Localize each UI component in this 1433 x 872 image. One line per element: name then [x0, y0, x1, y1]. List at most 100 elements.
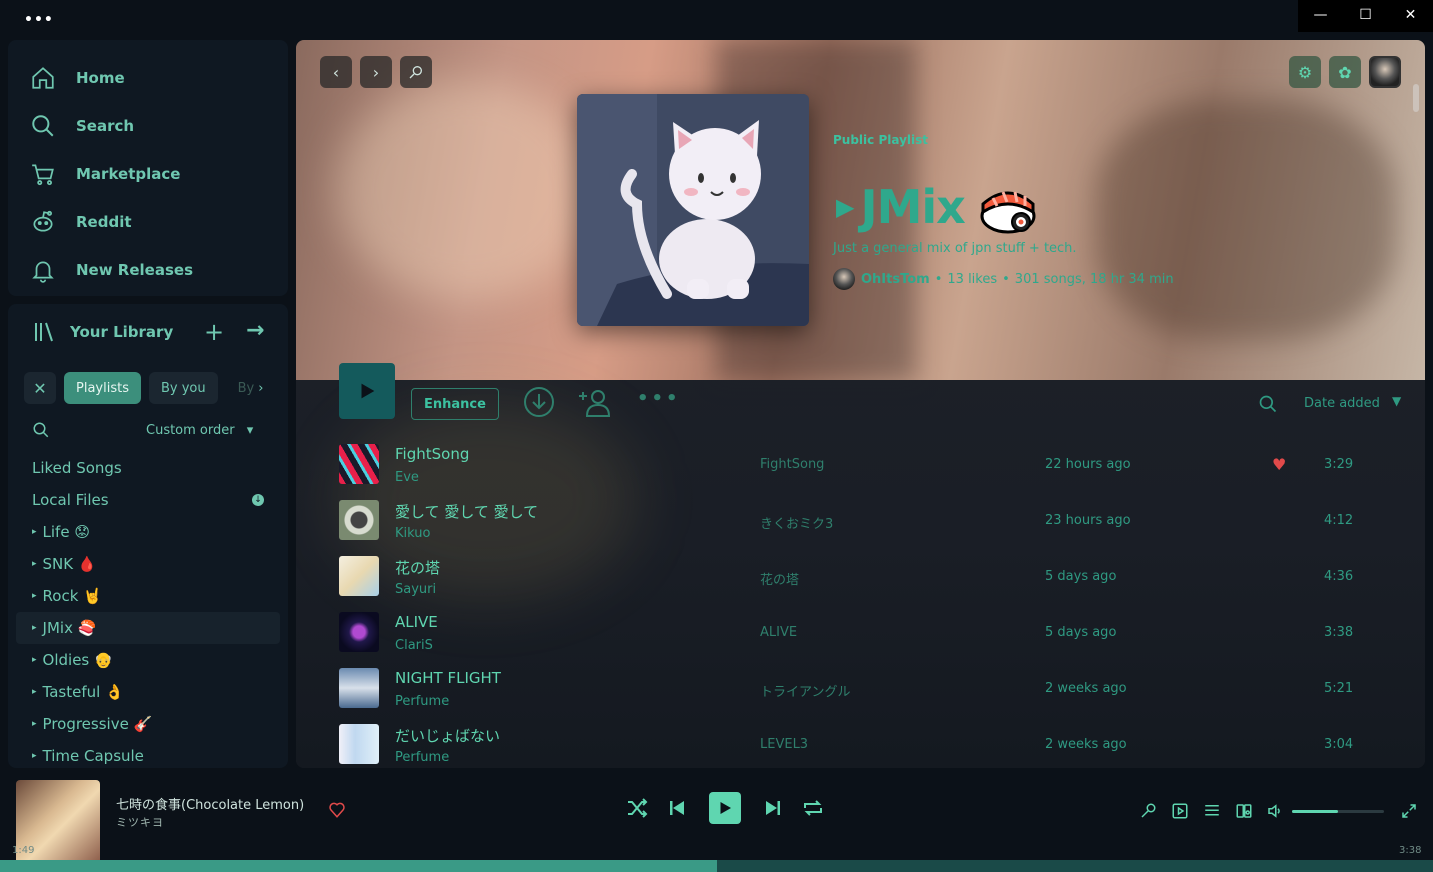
- now-playing-title[interactable]: 七時の食事(Chocolate Lemon): [116, 794, 304, 813]
- shuffle-icon[interactable]: [625, 796, 649, 820]
- library-item-label: Oldies 👴: [42, 651, 113, 669]
- track-artist[interactable]: Kikuo: [395, 526, 430, 541]
- track-row[interactable]: FightSong Eve FightSong 22 hours ago ♥ 3…: [296, 436, 1425, 492]
- track-artist[interactable]: Eve: [395, 470, 419, 485]
- likes-count: 13 likes: [947, 271, 998, 287]
- chip-by-spotify[interactable]: By ›: [226, 372, 276, 404]
- library-item[interactable]: ▸ Rock 🤘: [16, 580, 280, 612]
- owner-link[interactable]: OhItsTom: [861, 272, 930, 287]
- track-thumbnail: [339, 444, 379, 484]
- search-icon[interactable]: [1258, 394, 1278, 414]
- chip-by-you[interactable]: By you: [148, 372, 218, 404]
- download-icon[interactable]: [523, 386, 555, 418]
- nav-item-marketplace[interactable]: Marketplace: [8, 150, 288, 198]
- chevron-right-icon[interactable]: ›: [258, 381, 263, 396]
- app-menu-button[interactable]: •••: [24, 12, 54, 28]
- cart-icon: [32, 164, 54, 186]
- fullscreen-icon[interactable]: [1400, 802, 1418, 820]
- play-button[interactable]: [339, 363, 395, 419]
- track-row[interactable]: NIGHT FLIGHT Perfume トライアングル 2 weeks ago…: [296, 660, 1425, 716]
- track-album[interactable]: FightSong: [760, 457, 824, 472]
- track-artist[interactable]: ClariS: [395, 638, 433, 653]
- track-row[interactable]: 愛して 愛して 愛して Kikuo きくおミク3 23 hours ago 4:…: [296, 492, 1425, 548]
- library-icon[interactable]: [32, 320, 56, 344]
- play-pause-button[interactable]: [709, 792, 741, 824]
- library-item[interactable]: ▸ SNK 🩸: [16, 548, 280, 580]
- settings-button[interactable]: ⚙: [1289, 56, 1321, 88]
- nav-item-new-releases[interactable]: New Releases: [8, 246, 288, 294]
- track-album[interactable]: 花の塔: [760, 569, 799, 588]
- caret-down-icon: ▾: [246, 422, 254, 438]
- back-button[interactable]: ‹: [320, 56, 352, 88]
- minimize-button[interactable]: —: [1298, 0, 1343, 30]
- track-row[interactable]: 花の塔 Sayuri 花の塔 5 days ago 4:36: [296, 548, 1425, 604]
- previous-icon[interactable]: [665, 796, 689, 820]
- total-time: 3:38: [1399, 845, 1422, 856]
- track-album[interactable]: トライアングル: [760, 681, 850, 700]
- caret-down-icon[interactable]: ▼: [1392, 394, 1401, 408]
- track-title[interactable]: NIGHT FLIGHT: [395, 669, 501, 687]
- maximize-button[interactable]: ☐: [1343, 0, 1388, 30]
- track-title[interactable]: 花の塔: [395, 557, 440, 578]
- progress-bar[interactable]: [0, 860, 1433, 872]
- library-item[interactable]: ▸ Progressive 🎸: [16, 708, 280, 740]
- now-playing-artist[interactable]: ミツキヨ: [116, 814, 164, 830]
- search-top-button[interactable]: [400, 56, 432, 88]
- sort-dropdown[interactable]: Custom order ▾: [146, 423, 253, 438]
- playlist-type: Public Playlist: [833, 133, 929, 147]
- track-artist[interactable]: Perfume: [395, 694, 449, 709]
- more-options-button[interactable]: •••: [637, 388, 681, 409]
- main-scrollbar[interactable]: [1413, 84, 1419, 112]
- queue-icon[interactable]: [1203, 802, 1221, 820]
- user-avatar-button[interactable]: [1369, 56, 1401, 88]
- add-user-icon[interactable]: [579, 386, 611, 418]
- chip-playlists[interactable]: Playlists: [64, 372, 141, 404]
- track-row[interactable]: だいじょばない Perfume LEVEL3 2 weeks ago 3:04: [296, 716, 1425, 768]
- volume-slider[interactable]: [1292, 810, 1384, 813]
- track-artist[interactable]: Perfume: [395, 750, 449, 765]
- forward-button[interactable]: ›: [360, 56, 392, 88]
- folder-arrow-icon: ▸: [32, 591, 37, 601]
- reddit-icon: [33, 210, 53, 232]
- heart-filled-icon[interactable]: ♥: [1272, 455, 1286, 474]
- library-item[interactable]: ▸ Oldies 👴: [16, 644, 280, 676]
- devices-icon[interactable]: [1235, 802, 1253, 820]
- library-item[interactable]: ▸ Life 😟: [16, 516, 280, 548]
- track-title[interactable]: だいじょばない: [395, 725, 500, 746]
- heart-outline-icon[interactable]: [328, 801, 346, 819]
- sort-by-dropdown[interactable]: Date added: [1304, 396, 1380, 411]
- track-album[interactable]: ALIVE: [760, 625, 797, 640]
- track-album[interactable]: LEVEL3: [760, 737, 808, 752]
- search-icon[interactable]: [32, 421, 50, 439]
- playlist-cover[interactable]: [577, 94, 809, 326]
- nav-item-home[interactable]: Home: [8, 54, 288, 102]
- enhance-button[interactable]: Enhance: [411, 388, 499, 420]
- nav-item-search[interactable]: Search: [8, 102, 288, 150]
- track-title[interactable]: 愛して 愛して 愛して: [395, 501, 538, 522]
- library-title[interactable]: Your Library: [70, 323, 173, 341]
- track-album[interactable]: きくおミク3: [760, 513, 833, 532]
- next-icon[interactable]: [761, 796, 785, 820]
- library-item[interactable]: ▸ Tasteful 👌: [16, 676, 280, 708]
- friends-button[interactable]: ✿: [1329, 56, 1361, 88]
- library-item[interactable]: Local Files ↓: [16, 484, 280, 516]
- clear-filter-button[interactable]: ✕: [24, 372, 56, 404]
- track-artist[interactable]: Sayuri: [395, 582, 436, 597]
- lyrics-icon[interactable]: [1139, 802, 1157, 820]
- track-title[interactable]: FightSong: [395, 445, 469, 463]
- library-item[interactable]: ▸ Time Capsule: [16, 740, 280, 768]
- now-playing-view-icon[interactable]: [1171, 802, 1189, 820]
- repeat-icon[interactable]: [801, 796, 825, 820]
- owner-avatar[interactable]: [833, 268, 855, 290]
- library-item[interactable]: ▸ JMix 🍣: [16, 612, 280, 644]
- song-stats: 301 songs, 18 hr 34 min: [1014, 271, 1174, 287]
- chevron-left-icon: ‹: [332, 62, 340, 82]
- library-item[interactable]: Liked Songs: [16, 452, 280, 484]
- arrow-right-icon[interactable]: →: [246, 318, 264, 343]
- track-row[interactable]: ALIVE ClariS ALIVE 5 days ago 3:38: [296, 604, 1425, 660]
- nav-item-reddit[interactable]: Reddit: [8, 198, 288, 246]
- track-title[interactable]: ALIVE: [395, 613, 438, 631]
- plus-icon[interactable]: +: [204, 318, 224, 346]
- close-window-button[interactable]: ✕: [1388, 0, 1433, 30]
- volume-icon[interactable]: [1266, 802, 1284, 820]
